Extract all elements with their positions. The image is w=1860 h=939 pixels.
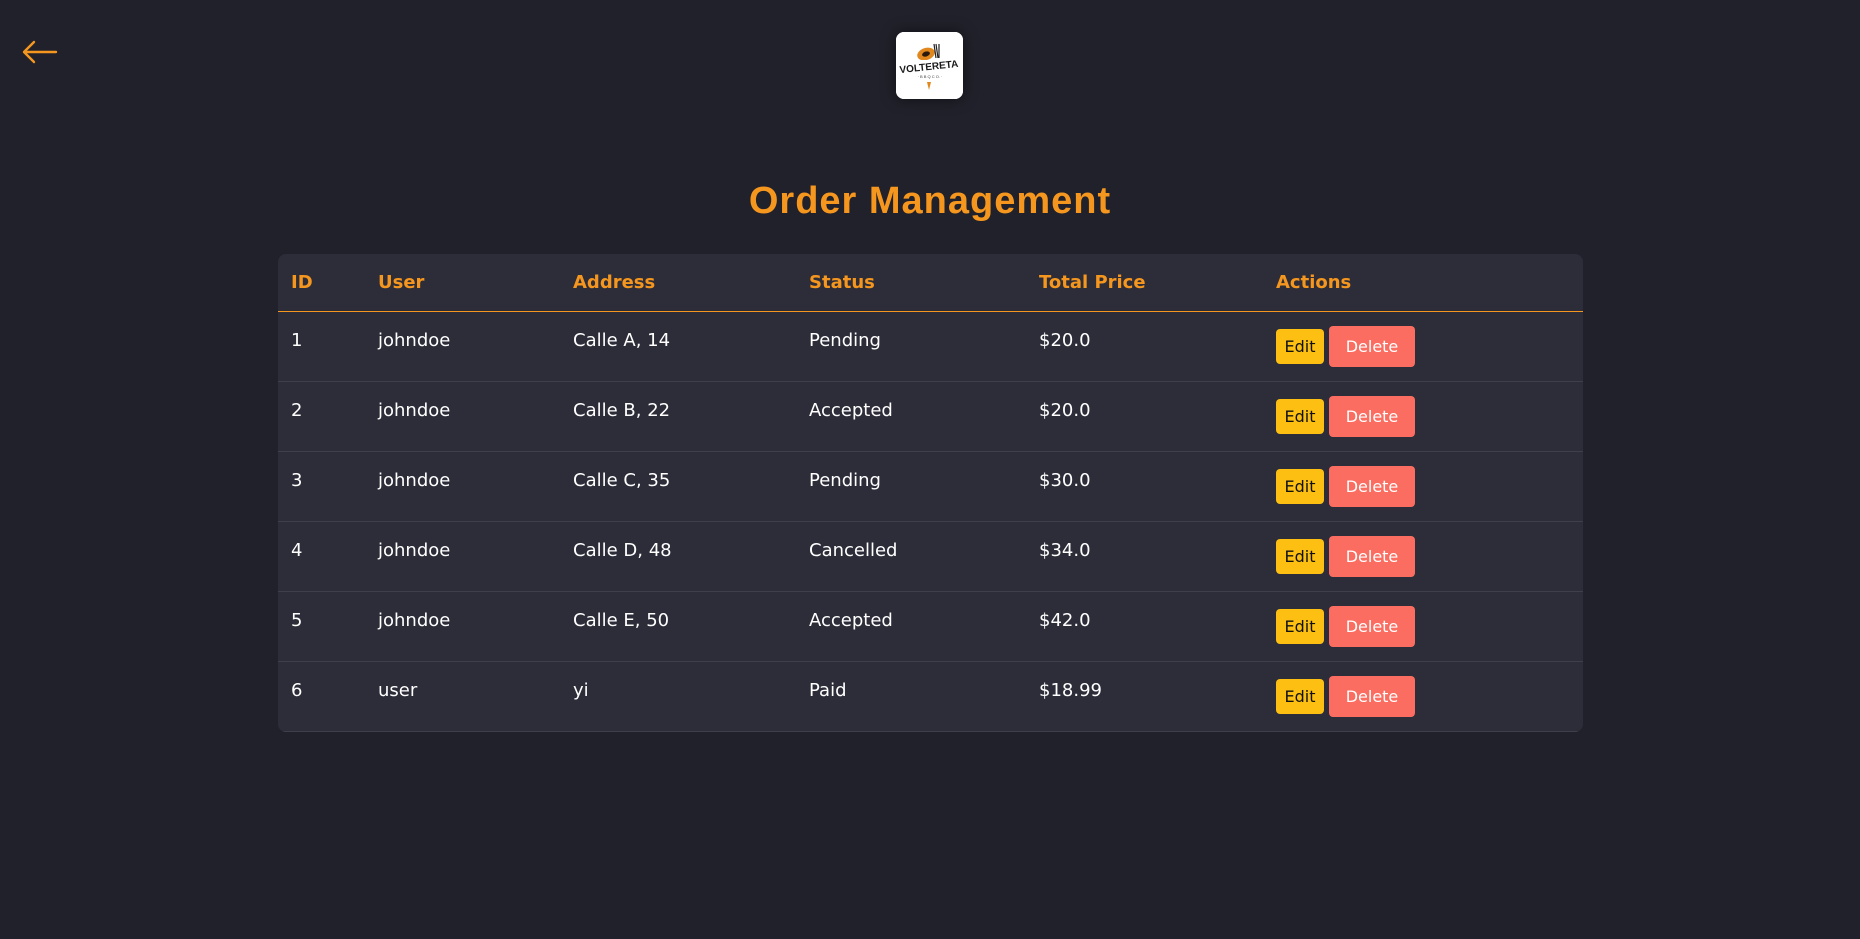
- order-total-price: $42.0: [1039, 609, 1091, 631]
- header-user: User: [378, 271, 425, 293]
- row-actions: Edit Delete: [1276, 605, 1570, 647]
- order-user: johndoe: [378, 469, 451, 491]
- order-total-price: $34.0: [1039, 539, 1091, 561]
- order-user: johndoe: [378, 329, 451, 351]
- order-id: 2: [291, 399, 303, 421]
- delete-button[interactable]: Delete: [1329, 395, 1415, 437]
- order-address: Calle C, 35: [573, 469, 671, 491]
- row-actions: Edit Delete: [1276, 675, 1570, 717]
- page: VOLTERETA · B B Q C O. · Order Managemen…: [0, 0, 1860, 939]
- order-status: Pending: [809, 469, 881, 491]
- table-row: 2 johndoe Calle B, 22 Accepted $20.0 Edi…: [278, 381, 1583, 451]
- header-actions: Actions: [1276, 271, 1352, 293]
- table-header-row: ID User Address Status Total Price Actio…: [278, 254, 1583, 311]
- delete-button[interactable]: Delete: [1329, 675, 1415, 717]
- order-user: user: [378, 679, 418, 701]
- row-actions: Edit Delete: [1276, 395, 1570, 437]
- order-address: Calle D, 48: [573, 539, 672, 561]
- edit-button[interactable]: Edit: [1276, 468, 1324, 504]
- delete-button[interactable]: Delete: [1329, 605, 1415, 647]
- delete-button[interactable]: Delete: [1329, 465, 1415, 507]
- row-actions: Edit Delete: [1276, 535, 1570, 577]
- back-button[interactable]: [20, 36, 58, 68]
- delete-button[interactable]: Delete: [1329, 535, 1415, 577]
- table-row: 3 johndoe Calle C, 35 Pending $30.0 Edit…: [278, 451, 1583, 521]
- header-address: Address: [573, 271, 656, 293]
- order-user: johndoe: [378, 609, 451, 631]
- order-total-price: $20.0: [1039, 329, 1091, 351]
- order-address: Calle E, 50: [573, 609, 670, 631]
- table-row: 4 johndoe Calle D, 48 Cancelled $34.0 Ed…: [278, 521, 1583, 591]
- edit-button[interactable]: Edit: [1276, 678, 1324, 714]
- order-status: Accepted: [809, 609, 893, 631]
- order-id: 1: [291, 329, 303, 351]
- order-status: Pending: [809, 329, 881, 351]
- arrow-left-icon: [22, 40, 58, 64]
- page-title: Order Management: [748, 180, 1112, 222]
- order-status: Accepted: [809, 399, 893, 421]
- order-user: johndoe: [378, 399, 451, 421]
- order-address: Calle B, 22: [573, 399, 671, 421]
- restaurant-logo: VOLTERETA · B B Q C O. ·: [896, 32, 963, 99]
- header-id: ID: [291, 271, 313, 293]
- table-row: 5 johndoe Calle E, 50 Accepted $42.0 Edi…: [278, 591, 1583, 661]
- order-id: 5: [291, 609, 303, 631]
- table-row: 1 johndoe Calle A, 14 Pending $20.0 Edit…: [278, 311, 1583, 381]
- edit-button[interactable]: Edit: [1276, 608, 1324, 644]
- order-id: 6: [291, 679, 303, 701]
- header-status: Status: [809, 271, 875, 293]
- order-address: yi: [573, 679, 589, 701]
- order-total-price: $30.0: [1039, 469, 1091, 491]
- edit-button[interactable]: Edit: [1276, 538, 1324, 574]
- order-address: Calle A, 14: [573, 329, 671, 351]
- edit-button[interactable]: Edit: [1276, 328, 1324, 364]
- orders-table: ID User Address Status Total Price Actio…: [278, 254, 1583, 732]
- row-actions: Edit Delete: [1276, 465, 1570, 507]
- delete-button[interactable]: Delete: [1329, 325, 1415, 367]
- order-user: johndoe: [378, 539, 451, 561]
- order-id: 4: [291, 539, 303, 561]
- header-total-price: Total Price: [1039, 271, 1146, 293]
- order-total-price: $20.0: [1039, 399, 1091, 421]
- order-status: Paid: [809, 679, 847, 701]
- order-status: Cancelled: [809, 539, 898, 561]
- row-actions: Edit Delete: [1276, 325, 1570, 367]
- table-row: 6 user yi Paid $18.99 Edit Delete: [278, 661, 1583, 731]
- order-total-price: $18.99: [1039, 679, 1102, 701]
- edit-button[interactable]: Edit: [1276, 398, 1324, 434]
- order-id: 3: [291, 469, 303, 491]
- svg-text:· B B Q C O. ·: · B B Q C O. ·: [918, 74, 943, 79]
